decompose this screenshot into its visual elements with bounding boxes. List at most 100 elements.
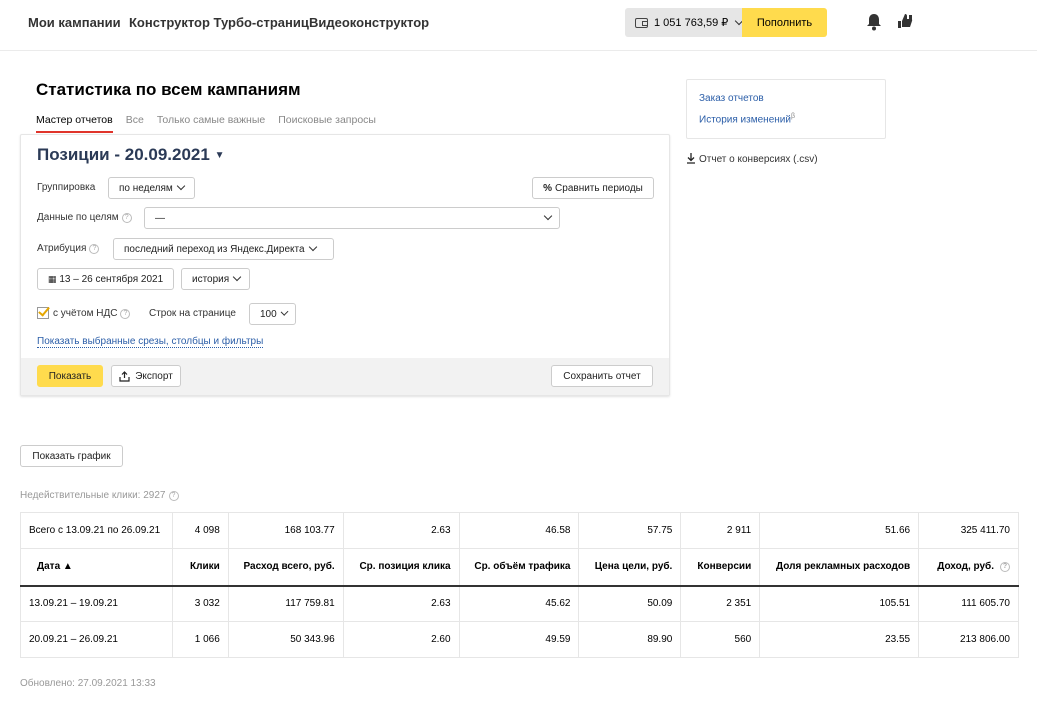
table-cell: 2.63 (342, 585, 460, 622)
total-cell: 2 911 (680, 512, 761, 549)
statistics-table: Всего с 13.09.21 по 26.09.21 4 098 168 1… (20, 512, 1019, 658)
column-header-revenue[interactable]: Доход, руб.? (918, 548, 1019, 587)
help-icon: ? (121, 213, 132, 223)
tab-search-queries[interactable]: Поисковые запросы (278, 114, 376, 133)
column-header-date[interactable]: Дата ▲ (20, 548, 173, 587)
chevron-down-icon (280, 308, 289, 316)
wallet-icon (635, 17, 648, 28)
table-row: 13.09.21 – 19.09.21 3 032 117 759.81 2.6… (20, 585, 1019, 622)
goals-select[interactable]: — (144, 207, 560, 229)
export-label: Экспорт (135, 370, 173, 382)
attribution-select[interactable]: последний переход из Яндекс.Директа (113, 238, 334, 260)
calendar-icon: ▦ (47, 273, 56, 284)
table-cell: 50 343.96 (227, 621, 344, 658)
invalid-clicks-info: Недействительные клики: 2927? (20, 490, 179, 501)
total-cell: Всего с 13.09.21 по 26.09.21 (20, 512, 173, 549)
tab-report-wizard[interactable]: Мастер отчетов (36, 114, 113, 133)
tab-all[interactable]: Все (126, 114, 144, 133)
tab-most-important[interactable]: Только самые важные (157, 114, 265, 133)
total-cell: 2.63 (342, 512, 460, 549)
table-cell: 213 806.00 (918, 621, 1019, 658)
beta-badge: β (790, 113, 795, 120)
chevron-down-icon (232, 272, 242, 282)
table-cell: 20.09.21 – 26.09.21 (20, 621, 173, 658)
balance-amount: 1 051 763,59 ₽ (654, 17, 729, 29)
help-icon[interactable]: ? (168, 491, 179, 501)
table-cell: 50.09 (578, 585, 682, 622)
feedback-thumbs-icon[interactable] (896, 12, 918, 32)
rows-per-page-select[interactable]: 100 (249, 303, 296, 325)
total-cell: 325 411.70 (918, 512, 1019, 549)
column-header-conversions[interactable]: Конверсии (680, 548, 761, 587)
bell-icon[interactable] (866, 13, 882, 31)
order-reports-link[interactable]: Заказ отчетов (699, 93, 764, 104)
nav-my-campaigns[interactable]: Мои кампании (28, 15, 121, 30)
table-cell: 3 032 (171, 585, 229, 622)
attribution-value: последний переход из Яндекс.Директа (124, 243, 305, 255)
help-icon: ? (120, 309, 131, 319)
table-cell: 49.59 (458, 621, 580, 658)
csv-label: Отчет о конверсиях (.csv) (699, 154, 818, 165)
date-range-value: 13 – 26 сентября 2021 (59, 273, 164, 285)
rows-per-page-value: 100 (260, 308, 277, 320)
chevron-down-icon (176, 181, 186, 191)
history-select[interactable]: история (181, 268, 250, 290)
report-title: Позиции - 20.09.2021 (37, 145, 210, 164)
nav-video-constructor[interactable]: Видеоконструктор (309, 15, 429, 30)
panel-footer: Показать Экспорт Сохранить отчет (21, 358, 669, 395)
total-cell: 57.75 (578, 512, 682, 549)
compare-periods-label: Сравнить периоды (555, 182, 643, 194)
table-cell: 2 351 (680, 585, 761, 622)
export-button[interactable]: Экспорт (111, 365, 181, 387)
table-cell: 560 (680, 621, 761, 658)
show-chart-button[interactable]: Показать график (20, 445, 123, 467)
help-icon[interactable]: ? (1000, 562, 1010, 573)
total-cell: 168 103.77 (227, 512, 344, 549)
table-cell: 111 605.70 (918, 585, 1019, 622)
column-header-ad-share[interactable]: Доля рекламных расходов (759, 548, 920, 587)
reports-side-box: Заказ отчетов История измененийβ (686, 79, 886, 139)
total-cell: 51.66 (759, 512, 920, 549)
column-header-clicks[interactable]: Клики (171, 548, 229, 587)
page-title: Статистика по всем кампаниям (36, 80, 301, 99)
column-header-goal-price[interactable]: Цена цели, руб. (578, 548, 682, 587)
compare-periods-button[interactable]: % Сравнить периоды (532, 177, 654, 199)
nav-turbo-constructor[interactable]: Конструктор Турбо-страниц (129, 15, 309, 30)
table-row: 20.09.21 – 26.09.21 1 066 50 343.96 2.60… (20, 621, 1019, 658)
column-header-avg-position[interactable]: Ср. позиция клика (342, 548, 460, 587)
date-range-picker[interactable]: ▦ 13 – 26 сентября 2021 (37, 268, 174, 290)
table-total-row: Всего с 13.09.21 по 26.09.21 4 098 168 1… (20, 512, 1019, 549)
save-report-button[interactable]: Сохранить отчет (551, 365, 653, 387)
percent-icon: % (543, 182, 553, 194)
goals-value: — (155, 212, 165, 224)
report-settings-panel: Позиции - 20.09.2021 ▼ Группировка по не… (20, 134, 670, 396)
table-cell: 89.90 (578, 621, 682, 658)
balance-dropdown[interactable]: 1 051 763,59 ₽ (625, 8, 744, 37)
show-button[interactable]: Показать (37, 365, 103, 387)
grouping-select[interactable]: по неделям (108, 177, 195, 199)
vat-checkbox[interactable] (37, 307, 49, 319)
history-value: история (192, 273, 230, 285)
conversions-csv-link[interactable]: Отчет о конверсиях (.csv) (686, 152, 818, 165)
column-header-traffic-volume[interactable]: Ср. объём трафика (458, 548, 580, 587)
top-navigation: Мои кампании Конструктор Турбо-страниц В… (0, 0, 1037, 51)
table-cell: 23.55 (759, 621, 920, 658)
topup-button[interactable]: Пополнить (742, 8, 827, 37)
column-header-cost[interactable]: Расход всего, руб. (227, 548, 344, 587)
table-cell: 117 759.81 (227, 585, 344, 622)
triangle-down-icon: ▼ (214, 150, 225, 161)
updated-timestamp: Обновлено: 27.09.2021 13:33 (20, 678, 156, 689)
rows-per-page-label: Строк на странице (149, 308, 236, 319)
table-cell: 45.62 (458, 585, 580, 622)
vat-label: с учётом НДС? (53, 308, 131, 319)
table-cell: 1 066 (171, 621, 229, 658)
show-filters-link[interactable]: Показать выбранные срезы, столбцы и филь… (37, 336, 264, 348)
total-cell: 46.58 (458, 512, 580, 549)
upload-icon (119, 370, 130, 382)
change-history-link[interactable]: История измененийβ (699, 113, 795, 125)
goals-label: Данные по целям? (37, 212, 132, 223)
grouping-value: по неделям (119, 182, 173, 194)
report-title-dropdown[interactable]: Позиции - 20.09.2021 ▼ (37, 145, 224, 165)
chevron-down-icon (543, 211, 553, 221)
table-cell: 2.60 (342, 621, 460, 658)
